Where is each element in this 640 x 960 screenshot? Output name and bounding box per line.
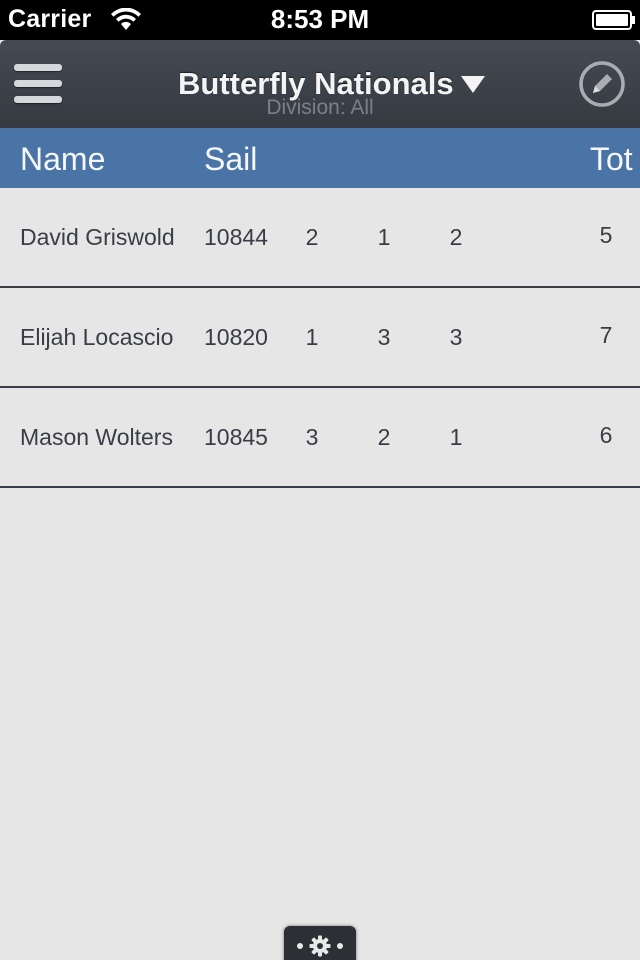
row-race-3-score: 1 bbox=[449, 424, 463, 450]
row-race-1-score: 2 bbox=[305, 224, 319, 250]
column-header-name[interactable]: Name bbox=[20, 141, 105, 178]
row-sailor-name: Mason Wolters bbox=[20, 424, 173, 450]
row-sail-number: 10844 bbox=[204, 224, 268, 250]
table-row[interactable]: Mason Wolters 10845 3 2 1 6 bbox=[0, 388, 640, 488]
status-bar: Carrier 8:53 PM bbox=[0, 0, 640, 40]
column-header-sail[interactable]: Sail bbox=[204, 141, 257, 178]
division-subtitle: Division: All bbox=[266, 96, 374, 119]
dot-icon bbox=[337, 943, 343, 949]
row-race-1-score: 1 bbox=[305, 324, 319, 350]
settings-tab-button[interactable] bbox=[284, 926, 356, 960]
row-total-score: 5 bbox=[599, 222, 613, 248]
row-race-3-score: 2 bbox=[449, 224, 463, 250]
column-header-total[interactable]: Tot bbox=[590, 141, 633, 178]
row-race-1-score: 3 bbox=[305, 424, 319, 450]
dot-icon bbox=[297, 943, 303, 949]
table-row[interactable]: David Griswold 10844 2 1 2 5 bbox=[0, 188, 640, 288]
row-sail-number: 10820 bbox=[204, 324, 268, 350]
row-sailor-name: David Griswold bbox=[20, 224, 175, 250]
row-total-score: 7 bbox=[599, 322, 613, 348]
pencil-circle-icon[interactable] bbox=[578, 60, 626, 108]
row-race-2-score: 1 bbox=[377, 224, 391, 250]
triangle-down-icon bbox=[460, 76, 485, 93]
row-race-2-score: 2 bbox=[377, 424, 391, 450]
row-total-score: 6 bbox=[599, 422, 613, 448]
row-sail-number: 10845 bbox=[204, 424, 268, 450]
row-race-3-score: 3 bbox=[449, 324, 463, 350]
gear-icon bbox=[309, 935, 331, 957]
results-table-header: Name Sail Tot bbox=[0, 128, 640, 188]
row-race-2-score: 3 bbox=[377, 324, 391, 350]
table-row[interactable]: Elijah Locascio 10820 1 3 3 7 bbox=[0, 288, 640, 388]
battery-icon bbox=[592, 10, 635, 30]
results-table: David Griswold 10844 2 1 2 5 Elijah Loca… bbox=[0, 188, 640, 488]
row-sailor-name: Elijah Locascio bbox=[20, 324, 174, 350]
status-time: 8:53 PM bbox=[270, 4, 370, 34]
nav-bar: Butterfly Nationals Division: All bbox=[0, 40, 640, 128]
